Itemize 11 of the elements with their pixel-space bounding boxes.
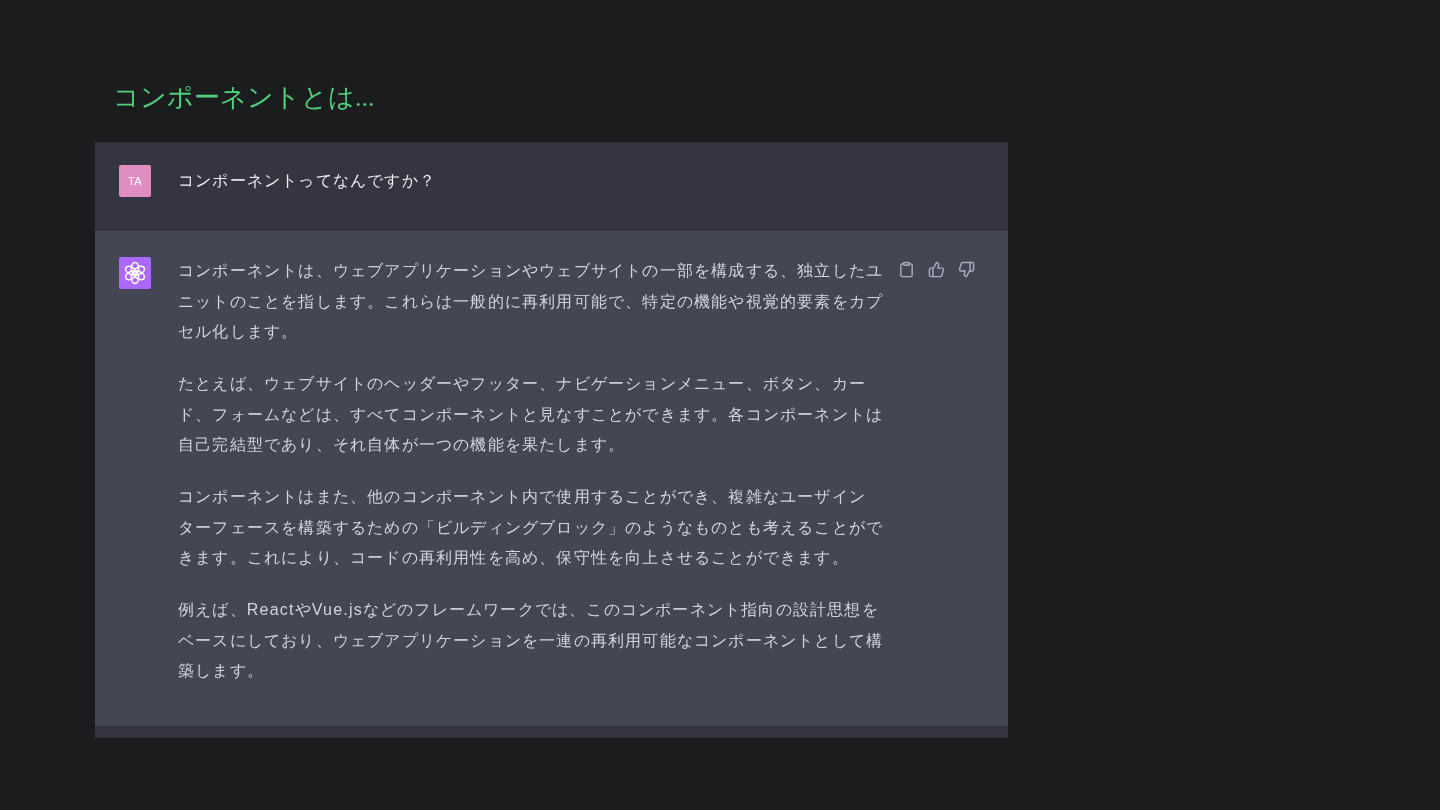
clipboard-icon[interactable] (898, 261, 915, 278)
user-avatar: TA (119, 165, 151, 197)
message-text: たとえば、ウェブサイトのヘッダーやフッター、ナビゲーションメニュー、ボタン、カード、フォームなどは、すべてコンポーネントと見なすことができます。各コンポーネントは自己完結型であり、それ自体が一つの機能を果たします。 (178, 374, 884, 455)
thumbs-down-icon[interactable] (958, 261, 975, 278)
thumbs-up-icon[interactable] (928, 261, 945, 278)
flower-logo-icon (119, 257, 151, 289)
message-text: コンポーネントは、ウェブアプリケーションやウェブサイトの一部を構成する、独立したユニットのことを指します。これらは一般的に再利用可能で、特定の機能や視覚的要素をカプセル化します。 (178, 261, 884, 342)
message-text: 例えば、ReactやVue.jsなどのフレームワークでは、このコンポーネント指向の設計思想をベースにしており、ウェブアプリケーションを一連の再利用可能なコンポーネントとして構築します。 (178, 600, 884, 681)
message-text: コンポーネントってなんですか？ (178, 171, 437, 191)
message-text: コンポーネントはまた、他のコンポーネント内で使用することができ、複雑なユーザインターフェースを構築するための「ビルディングブロック」のようなものとも考えることができます。これにより、コードの再利用性を高め、保守性を向上させることができます。 (178, 487, 884, 568)
page-title: コンポーネントとは... (113, 82, 375, 114)
